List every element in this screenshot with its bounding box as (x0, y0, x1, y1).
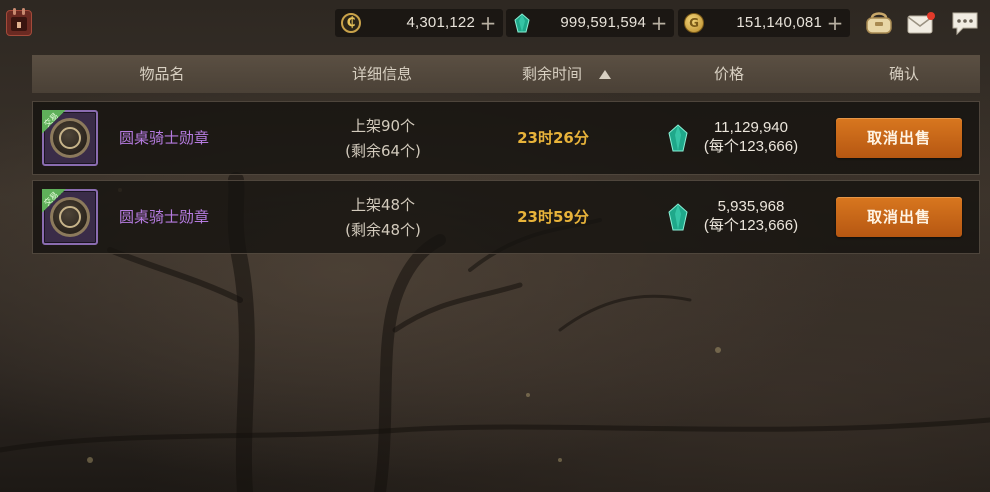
sort-ascending-icon[interactable] (599, 70, 611, 79)
bag-icon[interactable] (864, 10, 894, 36)
mail-icon[interactable] (906, 10, 936, 36)
remaining-quantity: (剩余48个) (345, 221, 421, 239)
c-coin-icon: ₵ (341, 13, 361, 33)
add-coin-button[interactable]: + (479, 12, 497, 34)
gold-coin-icon: G (684, 13, 704, 33)
price-per-unit: (每个123,666) (703, 217, 799, 234)
time-left: 23时59分 (517, 208, 589, 226)
listed-quantity: 上架48个 (350, 196, 416, 214)
remaining-quantity: (剩余64个) (345, 142, 421, 160)
chat-icon[interactable] (950, 10, 980, 36)
header-item-name[interactable]: 物品名 (102, 55, 222, 93)
knight-medal-icon[interactable]: 交易 (42, 189, 98, 245)
listed-quantity: 上架90个 (350, 117, 416, 135)
gem-icon (668, 203, 688, 231)
add-gem-button[interactable]: + (650, 12, 668, 34)
add-gold-button[interactable]: + (826, 12, 844, 34)
time-left: 23时26分 (517, 129, 589, 147)
notification-dot (927, 12, 935, 20)
top-bar: ₵ 4,301,122 + 999,591,594 + G 151,140,08… (0, 0, 990, 46)
item-name: 圆桌骑士勋章 (119, 208, 210, 226)
item-name: 圆桌骑士勋章 (119, 129, 210, 147)
coin-amount: 4,301,122 (406, 14, 475, 31)
price-total: 5,935,968 (717, 198, 785, 215)
currency-gem: 999,591,594 + (506, 9, 674, 37)
knight-medal-icon[interactable]: 交易 (42, 110, 98, 166)
price-total: 11,129,940 (714, 119, 788, 136)
cancel-sale-button[interactable]: 取消出售 (836, 118, 962, 158)
gem-icon (514, 13, 530, 33)
header-confirm: 确认 (888, 65, 919, 83)
gold-amount: 151,140,081 (736, 14, 822, 31)
gem-icon (668, 124, 688, 152)
table-row: 交易 圆桌骑士勋章 上架90个 (剩余64个) 23时26分 11,129,94… (32, 101, 980, 175)
header-detail[interactable]: 详细信息 (322, 55, 442, 93)
header-price[interactable]: 价格 (669, 55, 789, 93)
table-row: 交易 圆桌骑士勋章 上架48个 (剩余48个) 23时59分 5,935,968… (32, 180, 980, 254)
header-time-left[interactable]: 剩余时间 (492, 55, 612, 93)
currency-gold: G 151,140,081 + (678, 9, 850, 37)
cancel-sale-button[interactable]: 取消出售 (836, 197, 962, 237)
price-per-unit: (每个123,666) (703, 138, 799, 155)
gem-amount: 999,591,594 (560, 14, 646, 31)
currency-coin: ₵ 4,301,122 + (335, 9, 503, 37)
table-header: 物品名 详细信息 剩余时间 价格 确认 (32, 55, 980, 93)
calendar-icon[interactable] (6, 8, 32, 36)
